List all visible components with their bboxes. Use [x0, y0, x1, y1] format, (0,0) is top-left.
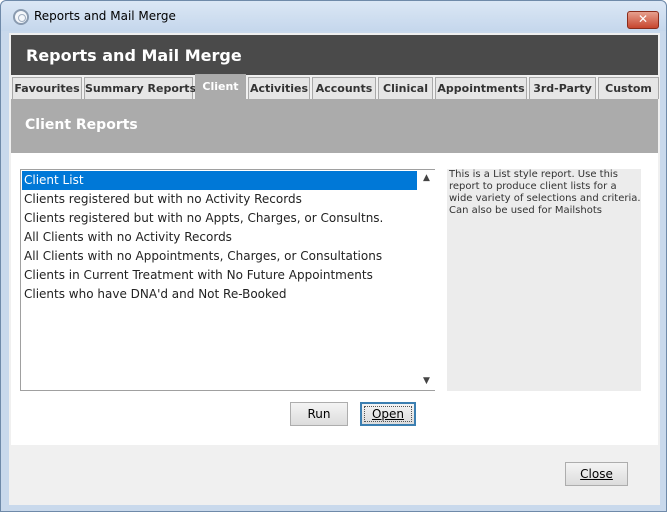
- dialog-window: Reports and Mail Merge ✕ Reports and Mai…: [0, 0, 667, 512]
- tab-client[interactable]: Client: [195, 74, 246, 99]
- report-item-client-list[interactable]: Client List: [22, 171, 417, 190]
- page-title: Reports and Mail Merge: [26, 46, 242, 65]
- report-item[interactable]: Clients registered but with no Appts, Ch…: [22, 209, 417, 228]
- open-button[interactable]: Open: [360, 402, 416, 426]
- tab-custom[interactable]: Custom: [598, 77, 659, 99]
- report-item[interactable]: Clients who have DNA'd and Not Re-Booked: [22, 285, 417, 304]
- section-title: Client Reports: [25, 117, 138, 133]
- open-button-label: Open: [371, 407, 405, 421]
- run-button[interactable]: Run: [290, 402, 348, 426]
- tab-clinical[interactable]: Clinical: [378, 77, 433, 99]
- report-item[interactable]: Clients in Current Treatment with No Fut…: [22, 266, 417, 285]
- scroll-down-arrow-icon[interactable]: ▼: [418, 373, 435, 390]
- app-icon: [13, 9, 29, 25]
- report-item[interactable]: All Clients with no Appointments, Charge…: [22, 247, 417, 266]
- window-title: Reports and Mail Merge: [34, 9, 176, 23]
- content-panel: Client List Clients registered but with …: [11, 153, 658, 445]
- tab-3rd-party[interactable]: 3rd-Party: [529, 77, 596, 99]
- tab-favourites[interactable]: Favourites: [12, 77, 82, 99]
- report-item[interactable]: All Clients with no Activity Records: [22, 228, 417, 247]
- dialog-body: Reports and Mail Merge Favourites Summar…: [9, 33, 660, 505]
- tab-appointments[interactable]: Appointments: [435, 77, 527, 99]
- close-button-label: Close: [580, 467, 613, 481]
- report-list-items: Client List Clients registered but with …: [22, 171, 417, 304]
- title-bar[interactable]: Reports and Mail Merge ✕: [1, 1, 666, 31]
- close-button[interactable]: Close: [565, 462, 628, 486]
- section-header: Client Reports: [11, 99, 658, 153]
- window-close-button[interactable]: ✕: [627, 11, 659, 29]
- tab-summary-reports[interactable]: Summary Reports: [84, 77, 196, 99]
- scroll-up-arrow-icon[interactable]: ▲: [418, 170, 435, 187]
- report-item[interactable]: Clients registered but with no Activity …: [22, 190, 417, 209]
- dialog-footer: Close: [11, 447, 658, 503]
- tab-accounts[interactable]: Accounts: [312, 77, 376, 99]
- list-scrollbar[interactable]: ▲ ▼: [418, 170, 435, 390]
- report-description-panel: This is a List style report. Use this re…: [447, 169, 641, 391]
- header-bar: Reports and Mail Merge: [11, 35, 658, 75]
- tab-activities[interactable]: Activities: [248, 77, 310, 99]
- tab-strip: Favourites Summary Reports Client Activi…: [12, 74, 659, 99]
- report-list[interactable]: Client List Clients registered but with …: [20, 169, 435, 391]
- report-description: This is a List style report. Use this re…: [449, 169, 641, 216]
